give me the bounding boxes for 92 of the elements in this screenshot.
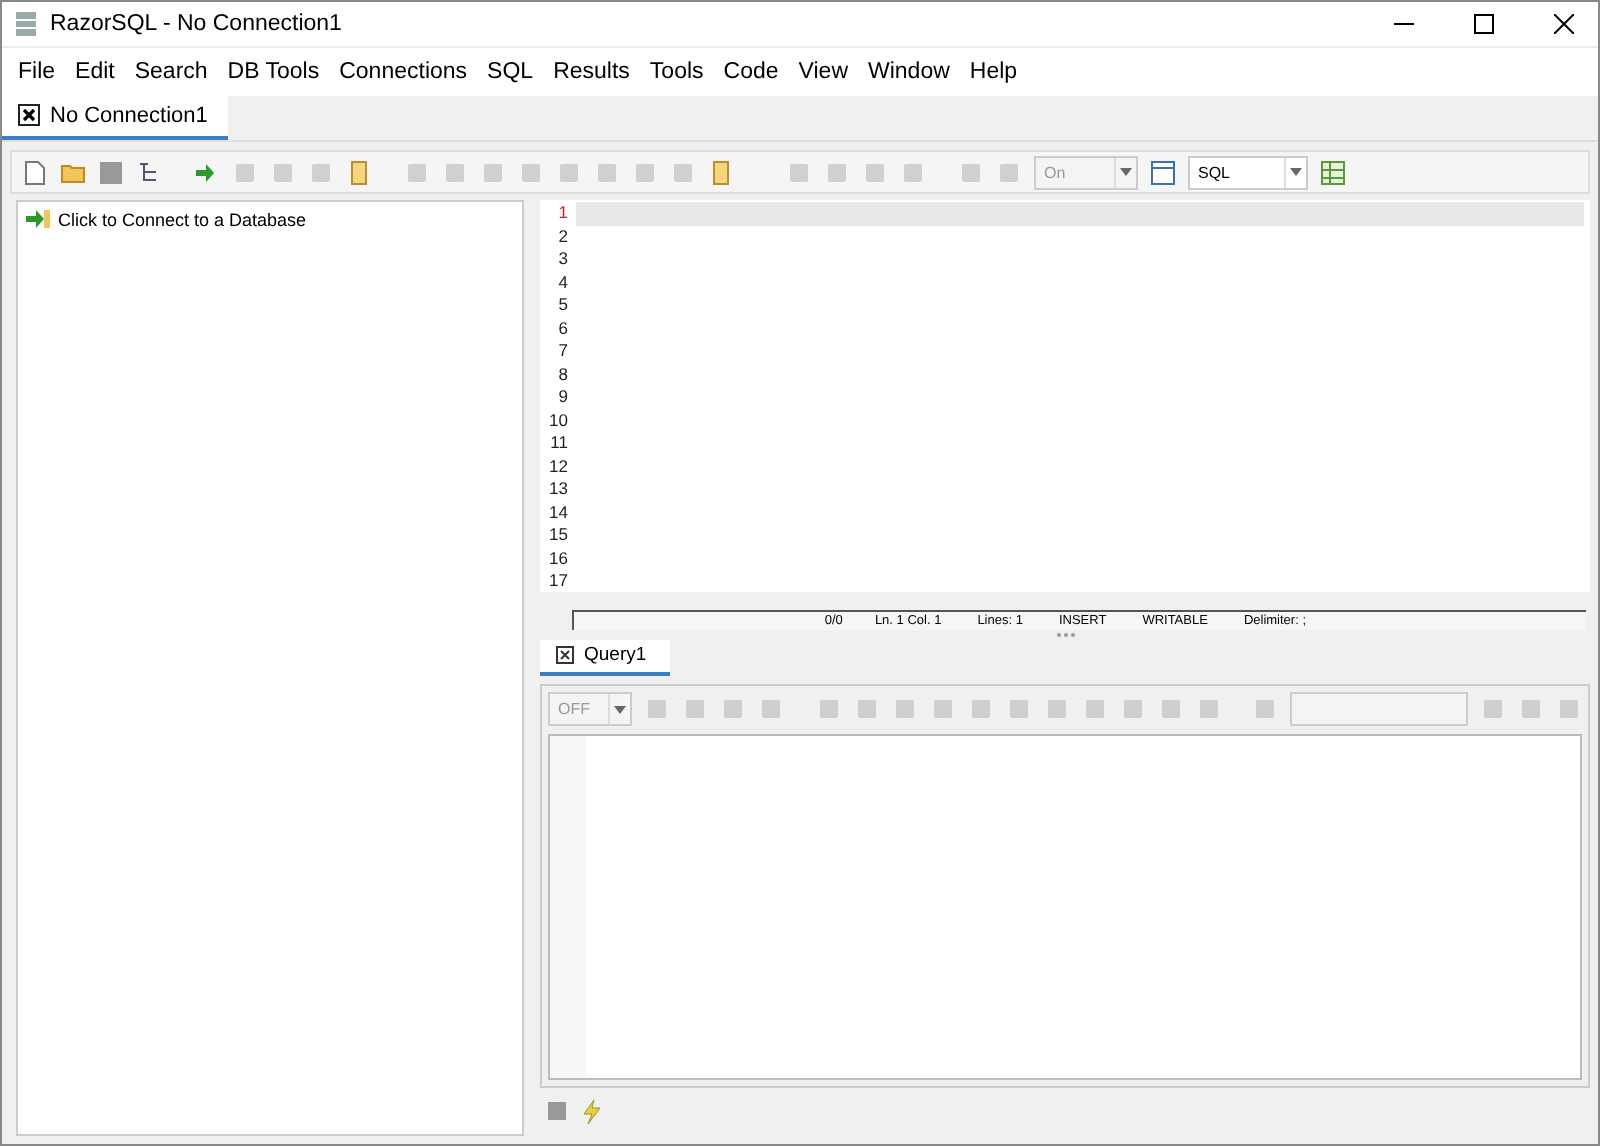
caret-icon xyxy=(1290,168,1302,176)
menu-item[interactable]: View xyxy=(788,60,858,84)
toolbar-icon[interactable] xyxy=(644,696,671,723)
toolbar-icon[interactable] xyxy=(996,159,1022,185)
toolbar-icon[interactable] xyxy=(824,159,850,185)
toolbar-icon[interactable] xyxy=(270,159,296,185)
app-icon xyxy=(14,10,38,38)
line-number: 14 xyxy=(547,501,570,524)
line-number: 5 xyxy=(556,294,570,317)
menu-item[interactable]: Code xyxy=(713,60,789,84)
toolbar-icon[interactable] xyxy=(720,696,747,723)
tab[interactable]: No Connection1 xyxy=(2,94,228,140)
menu-item[interactable]: File xyxy=(8,60,66,84)
document-icon[interactable] xyxy=(22,159,48,185)
tab[interactable]: Query1 xyxy=(540,639,671,676)
toolbar-icon[interactable] xyxy=(1251,696,1278,723)
menu-item[interactable]: Edit xyxy=(65,60,125,84)
menu-item[interactable]: Search xyxy=(124,60,218,84)
toolbar-icon[interactable] xyxy=(862,159,888,185)
toolbar-icon[interactable] xyxy=(232,159,258,185)
toolbar-icon[interactable] xyxy=(708,159,734,185)
grid-icon[interactable] xyxy=(1320,159,1346,185)
toolbar-icon[interactable] xyxy=(518,159,544,185)
line-number: 9 xyxy=(556,386,570,409)
line-number: 7 xyxy=(556,340,570,363)
line-number: 16 xyxy=(547,547,570,570)
caret-icon xyxy=(614,705,627,714)
toolbar-icon[interactable] xyxy=(1518,696,1545,723)
toolbar-icon[interactable] xyxy=(758,696,785,723)
line-number: 12 xyxy=(547,455,570,478)
arrow-icon xyxy=(26,208,52,230)
toolbar-icon[interactable] xyxy=(1081,696,1108,723)
line-number: 2 xyxy=(556,225,570,248)
tree-icon[interactable] xyxy=(136,159,162,185)
toolbar-icon[interactable] xyxy=(900,159,926,185)
window-icon[interactable] xyxy=(1150,159,1176,185)
line-number: 10 xyxy=(547,409,570,432)
line-number: 1 xyxy=(556,202,570,225)
line-number: 8 xyxy=(556,363,570,386)
menu-item[interactable]: SQL xyxy=(477,60,544,84)
menu-item[interactable]: Results xyxy=(543,60,640,84)
toolbar-icon[interactable] xyxy=(1480,696,1507,723)
toolbar-icon[interactable] xyxy=(967,696,994,723)
toolbar-icon[interactable] xyxy=(1005,696,1032,723)
toolbar-icon[interactable] xyxy=(853,696,880,723)
toolbar-icon[interactable] xyxy=(308,159,334,185)
toolbar-icon[interactable] xyxy=(786,159,812,185)
close-icon[interactable] xyxy=(18,104,40,126)
line-number: 15 xyxy=(547,524,570,547)
toolbar-icon[interactable] xyxy=(891,696,918,723)
menu-item[interactable]: Tools xyxy=(639,60,714,84)
toolbar-icon[interactable] xyxy=(556,159,582,185)
line-number: 6 xyxy=(556,317,570,340)
toolbar-icon[interactable] xyxy=(958,159,984,185)
grip-icon[interactable] xyxy=(1055,630,1075,640)
toolbar-icon[interactable] xyxy=(1195,696,1222,723)
line-number: 4 xyxy=(556,271,570,294)
code-editor[interactable]: 1 2 3 4 5 6 7 8 9 10 11 12 13 14 15 16 17 xyxy=(540,200,1590,592)
toolbar-icon[interactable] xyxy=(442,159,468,185)
toolbar-icon[interactable] xyxy=(1043,696,1070,723)
toolbar-icon[interactable] xyxy=(594,159,620,185)
toolbar-icon[interactable] xyxy=(815,696,842,723)
menu-item[interactable]: Connections xyxy=(329,60,478,84)
line-number: 3 xyxy=(556,248,570,271)
menu-item[interactable]: Window xyxy=(858,60,960,84)
toolbar-icon[interactable] xyxy=(1119,696,1146,723)
lightning-icon[interactable] xyxy=(582,1100,602,1124)
close-icon[interactable] xyxy=(1554,14,1574,34)
toolbar-icon[interactable] xyxy=(682,696,709,723)
window-title: RazorSQL - No Connection1 xyxy=(50,12,342,36)
toolbar-icon[interactable] xyxy=(632,159,658,185)
caret-icon xyxy=(1120,168,1132,176)
folder-icon[interactable] xyxy=(60,159,86,185)
arrow-icon[interactable] xyxy=(194,159,220,185)
line-number: 11 xyxy=(548,432,570,455)
square-icon[interactable] xyxy=(548,1102,568,1122)
toolbar-icon[interactable] xyxy=(1556,696,1583,723)
line-number: 13 xyxy=(547,478,570,501)
toolbar-icon[interactable] xyxy=(346,159,372,185)
toolbar-icon[interactable] xyxy=(929,696,956,723)
maximize-icon[interactable] xyxy=(1474,14,1494,34)
toolbar-icon[interactable] xyxy=(404,159,430,185)
toolbar-icon[interactable] xyxy=(480,159,506,185)
toolbar-icon[interactable] xyxy=(670,159,696,185)
menu-item[interactable]: Help xyxy=(959,60,1028,84)
input-field[interactable] xyxy=(1289,692,1469,727)
dropdown[interactable]: SQL xyxy=(1188,155,1308,189)
close-icon[interactable] xyxy=(556,646,574,665)
tree-item[interactable]: Click to Connect to a Database xyxy=(58,209,307,229)
toolbar-icon[interactable] xyxy=(1157,696,1184,723)
menu-item[interactable]: DB Tools xyxy=(217,60,330,84)
line-number: 17 xyxy=(547,570,570,593)
